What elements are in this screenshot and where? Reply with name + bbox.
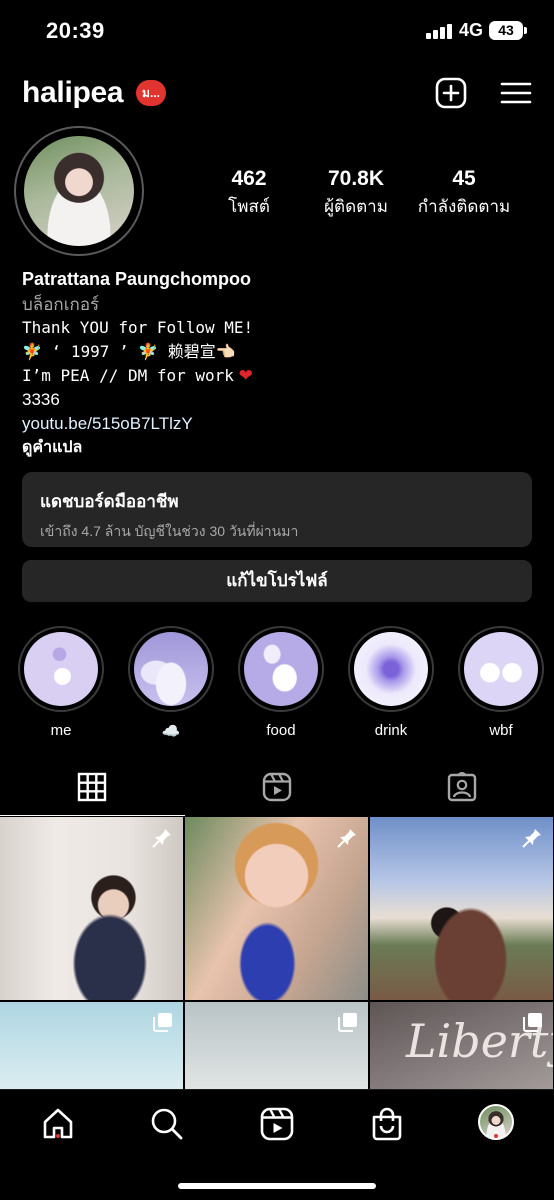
grid-post[interactable] bbox=[185, 1002, 368, 1089]
highlight-cover bbox=[134, 632, 208, 706]
stat-posts-label: โพสต์ bbox=[228, 197, 270, 216]
highlight-food[interactable]: food bbox=[238, 626, 324, 739]
nav-reels[interactable] bbox=[259, 1106, 295, 1142]
dashboard-subtitle: เข้าถึง 4.7 ล้าน บัญชีในช่วง 30 วันที่ผ่… bbox=[40, 523, 299, 539]
stat-posts[interactable]: 462 โพสต์ bbox=[220, 167, 278, 220]
highlight-cloud[interactable]: ☁️ bbox=[128, 626, 214, 740]
reels-icon bbox=[262, 772, 292, 802]
edit-profile-button[interactable]: แก้ไขโปรไฟล์ bbox=[22, 560, 532, 602]
highlight-label: ☁️ bbox=[161, 723, 181, 740]
bio-line-1: Thank YOU for Follow ME! bbox=[22, 318, 254, 337]
shop-icon bbox=[372, 1107, 402, 1141]
pin-icon bbox=[337, 829, 356, 848]
grid-post[interactable]: Liberty bbox=[370, 1002, 553, 1089]
profile-tabs bbox=[0, 764, 554, 816]
reels-icon bbox=[260, 1107, 294, 1141]
bio-line-3-text: I’m PEA // DM for work bbox=[22, 366, 234, 385]
bio-line-4: 3336 bbox=[22, 390, 60, 409]
posts-grid: Liberty bbox=[0, 817, 554, 1089]
search-icon bbox=[151, 1108, 183, 1140]
dashboard-title: แดชบอร์ดมืออาชีพ bbox=[40, 492, 179, 511]
plus-square-icon[interactable] bbox=[434, 76, 468, 110]
highlight-label: me bbox=[50, 722, 72, 739]
tagged-icon bbox=[447, 772, 477, 802]
highlight-cover bbox=[354, 632, 428, 706]
grid-post[interactable] bbox=[370, 817, 553, 1000]
highlight-cover bbox=[244, 632, 318, 706]
bio-line-3: I’m PEA // DM for work ❤ bbox=[22, 364, 532, 388]
stat-followers[interactable]: 70.8K ผู้ติดตาม bbox=[316, 167, 396, 220]
highlight-label: drink bbox=[374, 722, 408, 739]
stat-following-value: 45 bbox=[452, 167, 476, 190]
highlight-label: food bbox=[266, 722, 296, 739]
bio-link[interactable]: youtu.be/515oB7LTlzY bbox=[22, 412, 532, 436]
tab-grid[interactable] bbox=[0, 764, 185, 816]
nav-search[interactable] bbox=[149, 1106, 185, 1142]
multi-photo-icon bbox=[523, 1013, 542, 1032]
signal-icon bbox=[426, 23, 452, 39]
stat-followers-label: ผู้ติดตาม bbox=[324, 197, 388, 216]
highlight-ring bbox=[348, 626, 434, 712]
profile-category: บล็อกเกอร์ bbox=[22, 295, 100, 314]
active-tab-indicator bbox=[0, 815, 185, 816]
highlight-cover bbox=[24, 632, 98, 706]
status-bar: 20:39 4G 43 bbox=[0, 0, 554, 62]
grid-post[interactable] bbox=[185, 817, 368, 1000]
bio-line-2: 🧚 ‘ 1997 ’ 🧚 赖碧宣👈🏻 bbox=[22, 342, 236, 361]
status-time: 20:39 bbox=[46, 18, 105, 43]
highlight-me[interactable]: me bbox=[18, 626, 104, 739]
highlight-drink[interactable]: drink bbox=[348, 626, 434, 739]
notification-badge[interactable]: ม... bbox=[136, 80, 166, 106]
battery-icon: 43 bbox=[489, 21, 523, 40]
highlight-label: wbf bbox=[489, 722, 513, 739]
profile-name: Patrattana Paungchompoo bbox=[22, 269, 252, 289]
multi-photo-icon bbox=[153, 1013, 172, 1032]
highlight-ring bbox=[18, 626, 104, 712]
highlight-ring bbox=[458, 626, 544, 712]
highlight-cover bbox=[464, 632, 538, 706]
network-type: 4G bbox=[459, 20, 484, 40]
stat-followers-value: 70.8K bbox=[327, 167, 385, 190]
stat-following[interactable]: 45 กำลังติดตาม bbox=[412, 167, 516, 220]
profile-bio: Patrattana Paungchompoo บล็อกเกอร์ Thank… bbox=[22, 266, 532, 460]
grid-post[interactable] bbox=[0, 817, 183, 1000]
highlight-ring bbox=[128, 626, 214, 712]
heart-icon: ❤ bbox=[238, 366, 253, 385]
grid-icon bbox=[77, 772, 107, 802]
see-translation-link[interactable]: ดูคำแปล bbox=[22, 436, 532, 460]
battery-tip bbox=[524, 27, 527, 34]
profile-avatar[interactable] bbox=[14, 126, 144, 256]
avatar-photo bbox=[24, 136, 134, 246]
multi-photo-icon bbox=[338, 1013, 357, 1032]
grid-post[interactable] bbox=[0, 1002, 183, 1089]
home-notification-dot bbox=[56, 1134, 60, 1138]
professional-dashboard[interactable]: แดชบอร์ดมืออาชีพ เข้าถึง 4.7 ล้าน บัญชีใ… bbox=[22, 472, 532, 547]
stat-following-label: กำลังติดตาม bbox=[417, 197, 511, 216]
tab-tagged[interactable] bbox=[370, 764, 554, 816]
menu-icon[interactable] bbox=[499, 76, 533, 110]
profile-header: halipea ม... bbox=[0, 70, 554, 118]
highlight-wbf[interactable]: wbf bbox=[458, 626, 544, 739]
stat-posts-value: 462 bbox=[231, 167, 267, 190]
profile-notification-dot bbox=[494, 1134, 498, 1138]
highlight-ring bbox=[238, 626, 324, 712]
username-switcher[interactable]: halipea bbox=[22, 76, 124, 110]
tab-reels[interactable] bbox=[185, 764, 370, 816]
pin-icon bbox=[522, 829, 541, 848]
nav-shop[interactable] bbox=[369, 1106, 405, 1142]
home-indicator bbox=[178, 1183, 376, 1189]
pin-icon bbox=[152, 829, 171, 848]
